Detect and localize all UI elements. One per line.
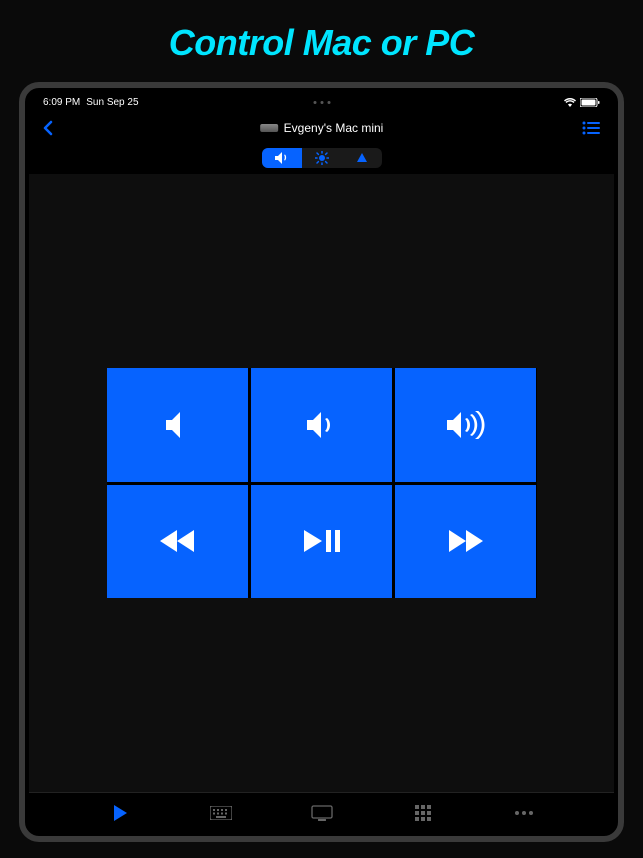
list-button[interactable]: [582, 121, 600, 135]
control-pad: [107, 368, 537, 598]
multitask-dots[interactable]: [313, 101, 330, 104]
segment-brightness[interactable]: [302, 148, 342, 168]
status-date: Sun Sep 25: [86, 97, 138, 108]
tab-play[interactable]: [100, 793, 140, 833]
tab-grid[interactable]: [403, 793, 443, 833]
mute-button[interactable]: [107, 368, 248, 482]
mode-segmented-control: [29, 144, 614, 174]
promo-title: Control Mac or PC: [0, 0, 643, 82]
volume-up-button[interactable]: [395, 368, 536, 482]
wifi-icon: [564, 98, 576, 107]
back-button[interactable]: [43, 120, 53, 136]
tab-keyboard[interactable]: [201, 793, 241, 833]
segment-volume[interactable]: [262, 148, 302, 168]
ipad-screen: 6:09 PM Sun Sep 25 Evgeny's Mac: [29, 92, 614, 832]
rewind-button[interactable]: [107, 485, 248, 599]
battery-icon: [580, 98, 600, 107]
device-title[interactable]: Evgeny's Mac mini: [260, 121, 384, 135]
play-pause-button[interactable]: [251, 485, 392, 599]
content-area: [29, 174, 614, 792]
status-time: 6:09 PM: [43, 97, 80, 108]
tab-bar: [29, 792, 614, 832]
ipad-frame: 6:09 PM Sun Sep 25 Evgeny's Mac: [19, 82, 624, 842]
mac-mini-icon: [260, 124, 278, 132]
device-name-label: Evgeny's Mac mini: [284, 121, 384, 135]
volume-down-button[interactable]: [251, 368, 392, 482]
segment-navigate[interactable]: [342, 148, 382, 168]
tab-screen[interactable]: [302, 793, 342, 833]
nav-bar: Evgeny's Mac mini: [29, 112, 614, 144]
forward-button[interactable]: [395, 485, 536, 599]
tab-more[interactable]: [504, 793, 544, 833]
status-bar: 6:09 PM Sun Sep 25: [29, 92, 614, 112]
